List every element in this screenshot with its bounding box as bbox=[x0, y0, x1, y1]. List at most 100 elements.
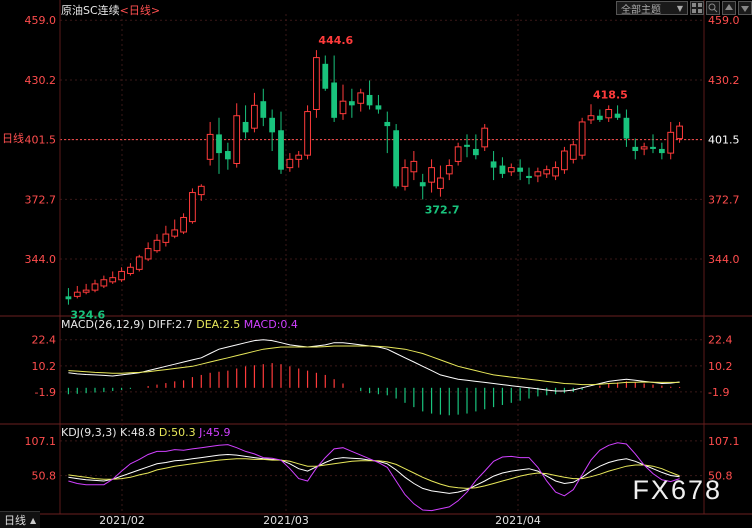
candle-body-up bbox=[667, 131, 675, 154]
candle-body-up bbox=[189, 192, 196, 223]
candle-body-down bbox=[366, 94, 373, 106]
candle-body-up bbox=[507, 167, 515, 173]
price-annotation: 372.7 bbox=[425, 203, 460, 216]
candle-body-up bbox=[578, 121, 586, 156]
macd-lines bbox=[68, 339, 680, 392]
candle-body-down bbox=[224, 151, 231, 160]
price-annotations: 444.6324.6372.7418.5 bbox=[70, 34, 627, 322]
price-tick-label-left: 372.7 bbox=[25, 193, 57, 206]
candle-body-down bbox=[596, 115, 603, 120]
date-tick-label: 2021/02 bbox=[99, 514, 145, 527]
candle-body-down bbox=[623, 117, 630, 139]
candle-body-down bbox=[216, 134, 222, 154]
candle-body-up bbox=[233, 115, 241, 164]
macd-dea-value: DEA:2.5 bbox=[196, 318, 241, 331]
candle-body-down bbox=[632, 146, 639, 152]
macd-tick-label-left: 10.2 bbox=[32, 360, 57, 373]
bottom-period-tab[interactable]: 日线 ▲ bbox=[0, 511, 41, 528]
candle-body-down bbox=[526, 175, 532, 179]
candlestick-series bbox=[65, 50, 683, 305]
candle-body-up bbox=[73, 291, 81, 297]
candle-body-up bbox=[569, 144, 577, 160]
candle-body-down bbox=[260, 101, 267, 118]
macd-tick-label-left: -1.9 bbox=[35, 386, 56, 399]
zoom-icon[interactable] bbox=[706, 1, 720, 15]
candle-body-down bbox=[269, 117, 276, 133]
candle-body-up bbox=[339, 100, 347, 115]
kdj-tick-label-left: 107.1 bbox=[25, 435, 57, 448]
price-tick-label-right: 344.0 bbox=[708, 253, 740, 266]
arrow-up-icon[interactable] bbox=[722, 1, 736, 15]
candle-body-down bbox=[242, 121, 249, 133]
candle-body-down bbox=[384, 121, 391, 127]
candle-body-down bbox=[375, 105, 382, 110]
kdj-lines bbox=[68, 442, 680, 512]
candle-body-down bbox=[322, 63, 329, 89]
candle-body-up bbox=[251, 104, 258, 129]
candle-body-down bbox=[393, 130, 400, 187]
candle-body-up bbox=[206, 133, 214, 160]
candle-body-up bbox=[180, 216, 187, 233]
theme-select[interactable]: 全部主题 ▼ bbox=[616, 1, 688, 16]
arrow-down-icon[interactable] bbox=[738, 1, 752, 15]
candle-body-down bbox=[65, 296, 72, 300]
candle-body-down bbox=[472, 148, 479, 156]
candle-body-up bbox=[153, 239, 161, 252]
price-tick-label-left: 344.0 bbox=[25, 253, 57, 266]
kdj-k-value: K:48.8 bbox=[120, 426, 156, 439]
candle-body-down bbox=[490, 161, 497, 168]
kdj-d-value: D:50.3 bbox=[158, 426, 196, 439]
theme-select-label: 全部主题 bbox=[621, 4, 661, 16]
macd-title: MACD(26,12,9) bbox=[61, 318, 145, 331]
current-price-label: 401.5 bbox=[708, 134, 740, 147]
macd-tick-label-right: 22.4 bbox=[708, 334, 733, 347]
kdj-j-value: J:45.9 bbox=[199, 426, 231, 439]
candle-body-down bbox=[614, 113, 621, 118]
candle-body-up bbox=[357, 92, 365, 104]
price-tick-label-right: 459.0 bbox=[708, 14, 740, 27]
kdj-header: KDJ(9,3,3) K:48.8 D:50.3 J:45.9 bbox=[61, 426, 231, 439]
candle-body-down bbox=[517, 167, 524, 172]
symbol-name: 原油SC连续 bbox=[61, 4, 120, 17]
candle-body-down bbox=[658, 148, 665, 154]
price-tick-label-left: 430.2 bbox=[25, 74, 57, 87]
candle-body-up bbox=[295, 154, 303, 160]
date-tick-label: 2021/03 bbox=[263, 514, 309, 527]
price-tick-label-right: 372.7 bbox=[708, 193, 740, 206]
chart-toolbar: 全部主题 ▼ bbox=[616, 0, 752, 16]
price-annotation: 418.5 bbox=[593, 88, 628, 101]
chevron-down-icon: ▼ bbox=[676, 3, 683, 13]
kdj-j-line bbox=[68, 442, 680, 512]
candle-body-down bbox=[650, 146, 656, 149]
candle-body-up bbox=[587, 115, 595, 121]
candle-body-up bbox=[605, 109, 613, 119]
grid-view-icon[interactable] bbox=[690, 1, 704, 15]
bottom-period-label: 日线 bbox=[4, 514, 26, 527]
side-period-label: 日线 bbox=[2, 132, 24, 145]
candle-body-up bbox=[410, 160, 418, 173]
chart-header: 原油SC连续<日线> bbox=[61, 2, 160, 18]
price-tick-label-left: 401.5 bbox=[25, 134, 57, 147]
macd-header: MACD(26,12,9) DIFF:2.7 DEA:2.5 MACD:0.4 bbox=[61, 318, 298, 331]
kdj-tick-label-right: 107.1 bbox=[708, 435, 740, 448]
period-next[interactable]: > bbox=[151, 4, 160, 17]
kdj-tick-label-left: 50.8 bbox=[32, 470, 57, 483]
macd-diff-line bbox=[68, 339, 680, 392]
price-tick-label-left: 459.0 bbox=[25, 14, 57, 27]
macd-histogram bbox=[67, 363, 681, 416]
period-prev[interactable]: < bbox=[120, 4, 129, 17]
candle-body-up bbox=[171, 229, 179, 237]
candle-body-down bbox=[499, 165, 506, 174]
candle-body-up bbox=[144, 248, 152, 260]
candle-body-up bbox=[197, 185, 205, 196]
chart-canvas: 444.6324.6372.7418.5 459.0 459.0430.2 430.… bbox=[0, 0, 752, 527]
candle-body-up bbox=[118, 270, 125, 281]
kdj-title: KDJ(9,3,3) bbox=[61, 426, 117, 439]
date-tick-label: 2021/04 bbox=[495, 514, 541, 527]
candle-body-down bbox=[331, 82, 338, 118]
candle-body-up bbox=[437, 177, 444, 189]
macd-tick-label-right: 10.2 bbox=[708, 360, 733, 373]
period-label[interactable]: 日线 bbox=[129, 4, 151, 17]
candle-body-up bbox=[127, 266, 134, 275]
candle-body-up bbox=[481, 127, 489, 148]
